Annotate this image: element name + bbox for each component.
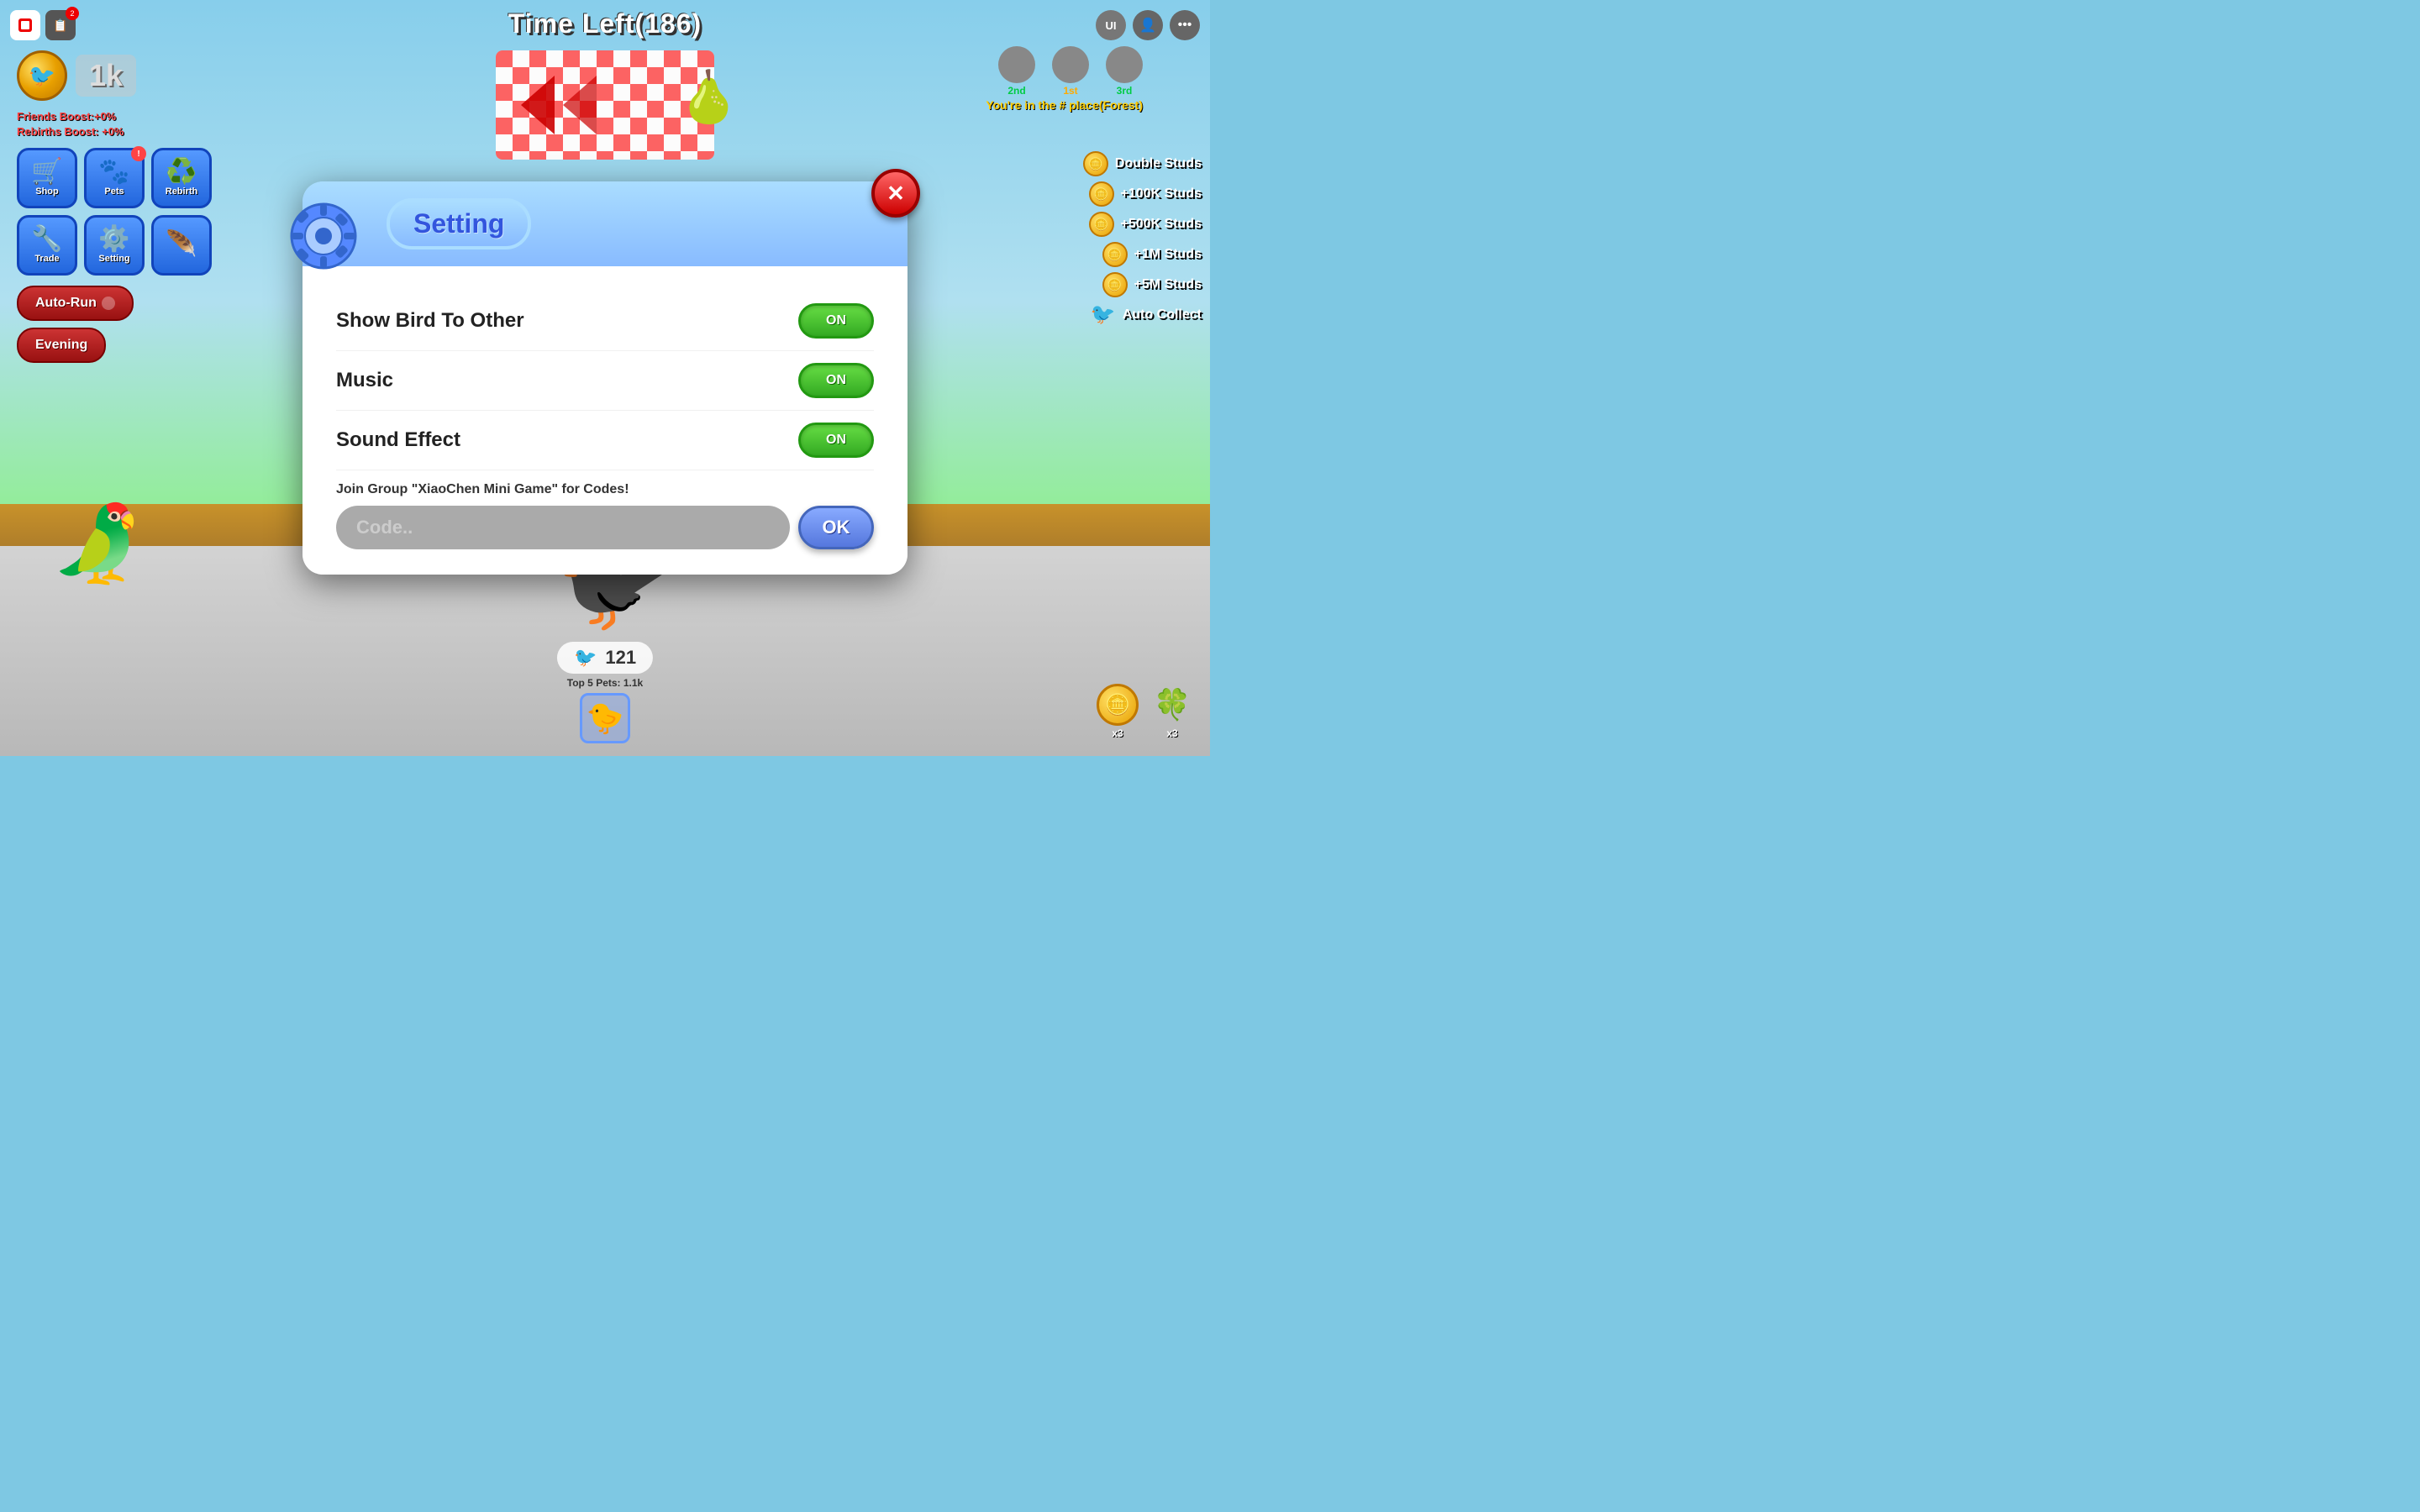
setting-modal: Setting ✕ Show Bird To Other ON Music ON	[302, 181, 908, 575]
modal-title: Setting	[413, 208, 504, 239]
modal-title-badge: Setting	[387, 198, 531, 249]
setting-row-show-bird: Show Bird To Other ON	[336, 291, 874, 351]
show-bird-label: Show Bird To Other	[336, 309, 524, 333]
sound-effect-label: Sound Effect	[336, 428, 460, 452]
modal-body: Show Bird To Other ON Music ON Sound Eff…	[302, 266, 908, 575]
setting-row-music: Music ON	[336, 351, 874, 411]
ok-button[interactable]: OK	[798, 506, 874, 549]
modal-header: Setting	[302, 181, 908, 266]
code-input[interactable]	[336, 506, 790, 549]
modal-overlay: Setting ✕ Show Bird To Other ON Music ON	[0, 0, 1210, 756]
code-row: OK	[336, 506, 874, 549]
show-bird-toggle-label: ON	[826, 313, 846, 328]
music-label: Music	[336, 369, 393, 392]
music-toggle-label: ON	[826, 373, 846, 388]
close-modal-button[interactable]: ✕	[871, 169, 920, 218]
gear-icon-large	[286, 198, 361, 274]
music-toggle[interactable]: ON	[798, 363, 874, 398]
group-join-text: Join Group "XiaoChen Mini Game" for Code…	[336, 482, 874, 497]
show-bird-toggle[interactable]: ON	[798, 303, 874, 339]
sound-effect-toggle-label: ON	[826, 433, 846, 448]
setting-row-sound: Sound Effect ON	[336, 411, 874, 470]
sound-effect-toggle[interactable]: ON	[798, 423, 874, 458]
